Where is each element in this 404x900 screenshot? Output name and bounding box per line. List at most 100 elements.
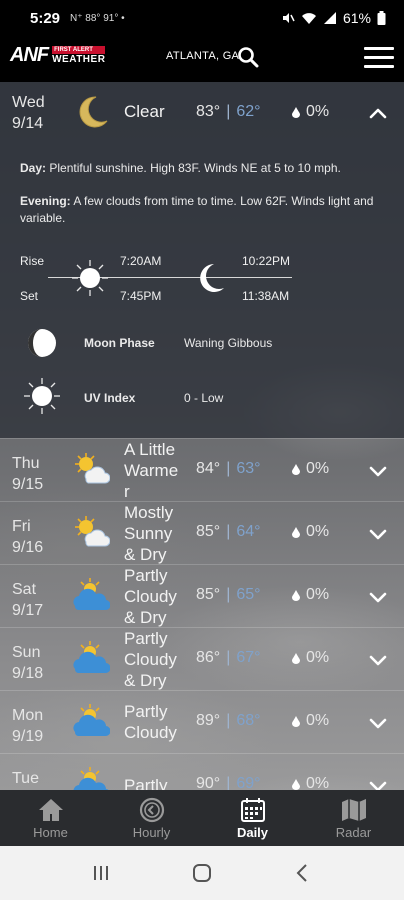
hamburger-menu-icon[interactable] [364,47,394,69]
rise-label: Rise [20,254,45,268]
wifi-icon [301,13,316,24]
set-label: Set [20,289,39,303]
row-condition: Partly Cloudy & Dry [124,566,177,627]
row-day-name: Thu [12,455,40,472]
moon-phase-icon [28,329,56,357]
row-low-temp: 67° [236,649,261,666]
nav-home-label: Home [33,825,68,840]
day-row[interactable]: Fri 9/16 Mostly Sunny & Dry 85° | 64° 0% [0,501,404,564]
moon-phase-label: Moon Phase [84,336,155,350]
evening-forecast-body: A few clouds from time to time. Low 62F.… [20,194,374,225]
row-day-name: Sat [12,581,37,598]
moon-phase-value: Waning Gibbous [184,336,273,350]
chevron-up-icon[interactable] [369,107,387,119]
row-precip-value: 0% [306,712,330,729]
day-row[interactable]: Mon 9/19 Partly Cloudy 89° | 68° 0% [0,690,404,753]
nav-daily[interactable]: Daily [202,790,303,846]
row-day-name: Mon [12,707,44,724]
evening-forecast-text: Evening: A few clouds from time to time.… [20,193,390,227]
logo-anf: ANF [10,44,49,66]
logo-badge: FIRST ALERT [52,46,106,54]
status-right: 61% [281,10,386,26]
nav-home[interactable]: Home [0,790,101,846]
row-day-label: Sun 9/18 [12,642,43,684]
status-bar: 5:29 N⁺ 88° 91° • 61% [0,0,404,36]
sun-icon [72,260,108,296]
notification-icons: N⁺ 88° 91° • [70,12,125,24]
row-condition: Partly Cloudy & Dry [124,629,177,690]
row-date: 9/16 [12,539,44,556]
day-row[interactable]: Thu 9/15 A Little Warme r 84° | 63° 0% [0,438,404,501]
row-precip: 0% [292,649,329,667]
day-name: Wed [12,94,45,111]
row-day-name: Sun [12,644,41,661]
chevron-down-icon[interactable] [369,717,387,729]
nav-radar[interactable]: Radar [303,790,404,846]
app-header: ANF FIRST ALERT WEATHER ATLANTA, GA [0,36,404,82]
row-temps: 89° | 68° [196,712,261,730]
row-precip: 0% [292,586,329,604]
location-label[interactable]: ATLANTA, GA [166,50,239,62]
row-high-temp: 85° [196,586,221,603]
day-temps: 83° | 62° [196,103,261,121]
map-icon [341,799,366,821]
partly-cloudy-icon [73,641,110,674]
mute-icon [282,13,295,23]
row-temps: 85° | 64° [196,523,261,541]
partly-cloudy-icon [73,704,110,737]
raindrop-icon [292,652,300,664]
temp-separator: | [226,103,231,120]
clock-icon [139,797,164,823]
sunrise-time: 7:20AM [120,254,162,268]
row-temp-separator: | [226,523,231,540]
row-temp-separator: | [226,649,231,666]
crescent-moon-icon [79,96,108,128]
row-low-temp: 63° [236,460,261,477]
row-day-name: Tue [12,770,39,787]
partly-cloudy-icon [73,578,110,611]
row-temp-separator: | [226,586,231,603]
day-forecast-text: Day: Plentiful sunshine. High 83F. Winds… [20,160,390,177]
row-day-label: Mon 9/19 [12,705,43,747]
row-day-label: Sat 9/17 [12,579,43,621]
row-date: 9/19 [12,728,44,745]
raindrop-icon [292,715,300,727]
expanded-day-panel: Wed 9/14 Clear 83° | 62° 0% Day: Plentiful… [0,82,404,438]
row-condition: Mostly Sunny & Dry [124,503,174,564]
chevron-down-icon[interactable] [369,654,387,666]
logo-subtitle: FIRST ALERT WEATHER [52,46,106,65]
chevron-down-icon[interactable] [369,528,387,540]
station-logo[interactable]: ANF FIRST ALERT WEATHER [10,44,106,67]
row-condition: A Little Warme r [124,440,179,501]
row-date: 9/18 [12,665,44,682]
battery-percent: 61% [342,10,371,26]
day-row[interactable]: Sun 9/18 Partly Cloudy & Dry 86° | 67° 0% [0,627,404,690]
day-label: Wed 9/14 [12,92,45,134]
recent-apps-icon[interactable] [90,862,112,884]
row-temps: 85° | 65° [196,586,261,604]
precip-chance: 0% [292,103,329,121]
nav-hourly[interactable]: Hourly [101,790,202,846]
day-row[interactable]: Sat 9/17 Partly Cloudy & Dry 85° | 65° 0% [0,564,404,627]
chevron-down-icon[interactable] [369,591,387,603]
chevron-down-icon[interactable] [369,465,387,477]
sunset-time: 7:45PM [120,289,162,303]
battery-icon [377,11,386,25]
moonrise-time: 10:22PM [242,254,291,268]
row-precip: 0% [292,523,329,541]
day-forecast-label: Day: [20,161,47,175]
back-icon[interactable] [292,862,314,884]
row-precip-value: 0% [306,586,330,603]
moonset-time: 11:38AM [242,289,290,303]
day-date: 9/14 [12,115,44,132]
search-icon[interactable] [236,45,260,69]
raindrop-icon [292,526,300,538]
row-high-temp: 84° [196,460,221,477]
system-nav-bar [0,846,404,900]
home-system-icon[interactable] [191,862,213,884]
row-condition: Partly Cloudy [124,702,177,742]
raindrop-icon [292,778,300,790]
bottom-nav: Home Hourly Daily Radar [0,790,404,846]
low-temp: 62° [236,103,261,120]
row-day-name: Fri [12,518,31,535]
